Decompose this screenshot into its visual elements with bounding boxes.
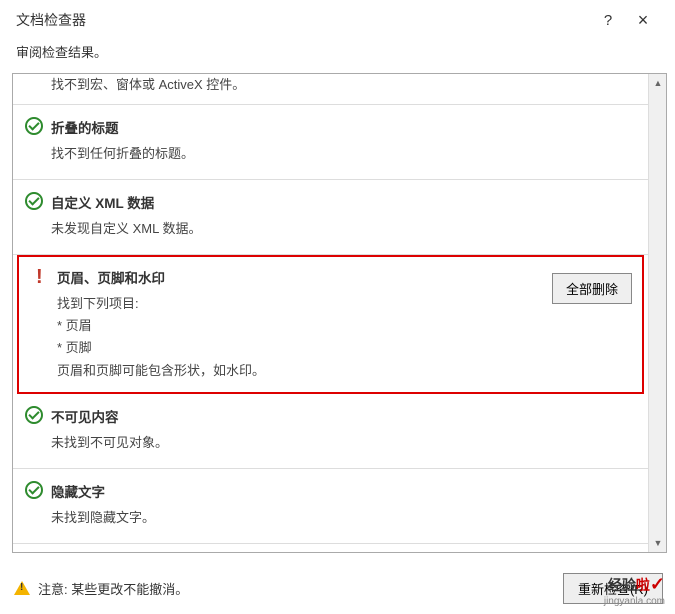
section-title: 隐藏文字 (51, 481, 628, 501)
remove-all-button[interactable]: 全部删除 (552, 273, 632, 304)
title-bar: 文档检查器 ? × (0, 0, 675, 36)
section-hidden-text: 隐藏文字 未找到隐藏文字。 (13, 469, 648, 544)
scroll-down-button[interactable]: ▼ (649, 534, 667, 552)
section-invisible-content: 不可见内容 未找到不可见对象。 (13, 394, 648, 469)
section-body: 未发现自定义 XML 数据。 (51, 218, 628, 240)
body-line: 页眉和页脚可能包含形状，如水印。 (57, 360, 542, 382)
section-custom-xml: 自定义 XML 数据 未发现自定义 XML 数据。 (13, 180, 648, 255)
section-collapsed-headings: 折叠的标题 找不到任何折叠的标题。 (13, 105, 648, 180)
section-body: 找不到宏、窗体或 ActiveX 控件。 (51, 74, 628, 96)
body-line: * 页脚 (57, 337, 542, 359)
window-title: 文档检查器 (16, 10, 593, 30)
section-title: 不可见内容 (51, 406, 628, 426)
results-panel: 找不到宏、窗体或 ActiveX 控件。 折叠的标题 找不到任何折叠的标题。 自… (12, 73, 667, 553)
body-line: 找到下列项目: (57, 293, 542, 315)
check-icon (25, 192, 43, 210)
section-title: 页眉、页脚和水印 (57, 267, 542, 287)
help-button[interactable]: ? (593, 12, 623, 29)
section-title: 折叠的标题 (51, 117, 628, 137)
subtitle: 审阅检查结果。 (0, 36, 675, 73)
scroll-area: 找不到宏、窗体或 ActiveX 控件。 折叠的标题 找不到任何折叠的标题。 自… (13, 74, 648, 552)
footer: 注意: 某些更改不能撤消。 重新检查(R) 关闭(C) (0, 562, 675, 614)
footer-note: 注意: 某些更改不能撤消。 (38, 579, 563, 598)
section-title: 自定义 XML 数据 (51, 192, 628, 212)
warning-icon: ! (31, 267, 57, 287)
scrollbar[interactable]: ▲ ▼ (648, 74, 666, 552)
section-body: 未找到不可见对象。 (51, 432, 628, 454)
section-activex: 找不到宏、窗体或 ActiveX 控件。 (13, 74, 648, 105)
section-body: 找不到任何折叠的标题。 (51, 143, 628, 165)
warning-triangle-icon (14, 581, 30, 595)
body-line: * 页眉 (57, 315, 542, 337)
close-button[interactable]: × (623, 10, 663, 31)
check-icon (25, 117, 43, 135)
highlight-box: ! 页眉、页脚和水印 找到下列项目: * 页眉 * 页脚 页眉和页脚可能包含形状… (17, 255, 644, 393)
check-icon (25, 406, 43, 424)
section-headers-footers: ! 页眉、页脚和水印 找到下列项目: * 页眉 * 页脚 页眉和页脚可能包含形状… (25, 263, 636, 385)
scroll-up-button[interactable]: ▲ (649, 74, 667, 92)
reinspect-button[interactable]: 重新检查(R) (563, 573, 663, 604)
section-body: 未找到隐藏文字。 (51, 507, 628, 529)
section-body: 找到下列项目: * 页眉 * 页脚 页眉和页脚可能包含形状，如水印。 (57, 293, 542, 381)
check-icon (25, 481, 43, 499)
